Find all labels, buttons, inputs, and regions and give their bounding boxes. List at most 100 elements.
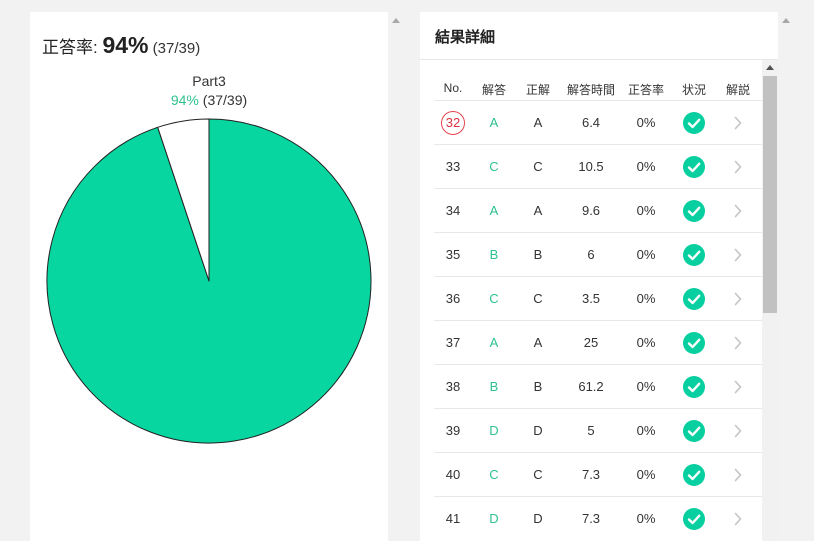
row-correct: A bbox=[533, 115, 543, 130]
results-panel: 結果詳細 No. 解答 正解 解答時間 正答率 状況 解説 32 A A 6.4 0% 3… bbox=[420, 12, 778, 541]
table-row[interactable]: 40 C C 7.3 0% bbox=[434, 452, 762, 497]
check-circle-icon bbox=[683, 464, 705, 486]
check-circle-icon bbox=[683, 112, 705, 134]
row-answer: A bbox=[489, 335, 499, 350]
results-table: No. 解答 正解 解答時間 正答率 状況 解説 32 A A 6.4 0% 33 C C 10… bbox=[434, 60, 762, 541]
row-number: 37 bbox=[445, 335, 461, 350]
table-row[interactable]: 39 D D 5 0% bbox=[434, 408, 762, 453]
row-number: 32 bbox=[441, 111, 465, 135]
row-rate: 0% bbox=[636, 335, 656, 350]
check-circle-icon bbox=[683, 156, 705, 178]
chevron-right-icon[interactable] bbox=[734, 160, 743, 179]
header-time: 解答時間 bbox=[566, 83, 616, 97]
row-rate: 0% bbox=[636, 159, 656, 174]
row-answer: A bbox=[489, 115, 499, 130]
chevron-right-icon[interactable] bbox=[734, 380, 743, 399]
row-rate: 0% bbox=[636, 467, 656, 482]
row-rate: 0% bbox=[636, 511, 656, 526]
header-explain: 解説 bbox=[725, 83, 751, 97]
header-status: 状況 bbox=[681, 83, 707, 97]
header-correct: 正解 bbox=[525, 83, 551, 97]
row-number: 34 bbox=[445, 203, 461, 218]
row-number: 36 bbox=[445, 291, 461, 306]
row-correct: D bbox=[533, 511, 543, 526]
row-answer: A bbox=[489, 203, 499, 218]
row-correct: A bbox=[533, 203, 543, 218]
row-correct: D bbox=[533, 423, 543, 438]
row-time: 5 bbox=[587, 423, 595, 438]
row-time: 7.3 bbox=[581, 511, 601, 526]
row-answer: C bbox=[489, 467, 499, 482]
row-number: 40 bbox=[445, 467, 461, 482]
caret-up-icon[interactable] bbox=[392, 18, 400, 23]
table-row[interactable]: 41 D D 7.3 0% bbox=[434, 496, 762, 541]
header-rate: 正答率 bbox=[627, 83, 665, 97]
row-answer: B bbox=[489, 379, 499, 394]
row-answer: B bbox=[489, 247, 499, 262]
score-panel: 正答率: 94% (37/39) Part3 94% (37/39) bbox=[30, 12, 388, 541]
row-rate: 0% bbox=[636, 115, 656, 130]
row-answer: D bbox=[489, 511, 499, 526]
check-circle-icon bbox=[683, 420, 705, 442]
left-panel-scrollbar[interactable] bbox=[390, 12, 402, 541]
row-number: 35 bbox=[445, 247, 461, 262]
header-answer: 解答 bbox=[481, 83, 507, 97]
table-row[interactable]: 38 B B 61.2 0% bbox=[434, 364, 762, 409]
row-time: 10.5 bbox=[578, 159, 604, 174]
row-rate: 0% bbox=[636, 291, 656, 306]
row-answer: C bbox=[489, 291, 499, 306]
check-circle-icon bbox=[683, 508, 705, 530]
results-scrollbar[interactable] bbox=[762, 60, 778, 541]
row-correct: B bbox=[533, 247, 543, 262]
chevron-right-icon[interactable] bbox=[734, 512, 743, 531]
table-row[interactable]: 33 C C 10.5 0% bbox=[434, 144, 762, 189]
table-row[interactable]: 37 A A 25 0% bbox=[434, 320, 762, 365]
chevron-right-icon[interactable] bbox=[734, 468, 743, 487]
row-time: 25 bbox=[583, 335, 599, 350]
results-title: 結果詳細 bbox=[435, 29, 496, 46]
row-rate: 0% bbox=[636, 423, 656, 438]
check-circle-icon bbox=[683, 288, 705, 310]
row-time: 9.6 bbox=[581, 203, 601, 218]
row-correct: A bbox=[533, 335, 543, 350]
row-time: 3.5 bbox=[581, 291, 601, 306]
row-correct: C bbox=[533, 467, 543, 482]
caret-up-icon[interactable] bbox=[782, 18, 790, 23]
chevron-right-icon[interactable] bbox=[734, 292, 743, 311]
row-rate: 0% bbox=[636, 203, 656, 218]
scrollbar-thumb[interactable] bbox=[763, 76, 777, 313]
row-rate: 0% bbox=[636, 247, 656, 262]
row-number: 33 bbox=[445, 159, 461, 174]
row-correct: C bbox=[533, 159, 543, 174]
table-row[interactable]: 34 A A 9.6 0% bbox=[434, 188, 762, 233]
row-rate: 0% bbox=[636, 379, 656, 394]
chevron-right-icon[interactable] bbox=[734, 424, 743, 443]
pie-chart bbox=[46, 118, 372, 444]
row-number: 38 bbox=[445, 379, 461, 394]
chevron-right-icon[interactable] bbox=[734, 248, 743, 267]
chevron-right-icon[interactable] bbox=[734, 116, 743, 135]
table-row[interactable]: 36 C C 3.5 0% bbox=[434, 276, 762, 321]
table-header: No. 解答 正解 解答時間 正答率 状況 解説 bbox=[434, 60, 762, 100]
caret-up-icon[interactable] bbox=[766, 65, 774, 70]
check-circle-icon bbox=[683, 244, 705, 266]
row-number: 39 bbox=[445, 423, 461, 438]
chevron-right-icon[interactable] bbox=[734, 336, 743, 355]
table-row[interactable]: 35 B B 6 0% bbox=[434, 232, 762, 277]
row-answer: D bbox=[489, 423, 499, 438]
row-correct: B bbox=[533, 379, 543, 394]
check-circle-icon bbox=[683, 200, 705, 222]
table-row[interactable]: 32 A A 6.4 0% bbox=[434, 100, 762, 145]
right-panel-scrollbar[interactable] bbox=[780, 12, 792, 541]
chevron-right-icon[interactable] bbox=[734, 204, 743, 223]
row-correct: C bbox=[533, 291, 543, 306]
row-time: 7.3 bbox=[581, 467, 601, 482]
row-answer: C bbox=[489, 159, 499, 174]
check-circle-icon bbox=[683, 332, 705, 354]
row-number: 41 bbox=[445, 511, 461, 526]
row-time: 6.4 bbox=[581, 115, 601, 130]
header-no: No. bbox=[443, 81, 463, 95]
row-time: 6 bbox=[587, 247, 595, 262]
check-circle-icon bbox=[683, 376, 705, 398]
row-time: 61.2 bbox=[578, 379, 604, 394]
